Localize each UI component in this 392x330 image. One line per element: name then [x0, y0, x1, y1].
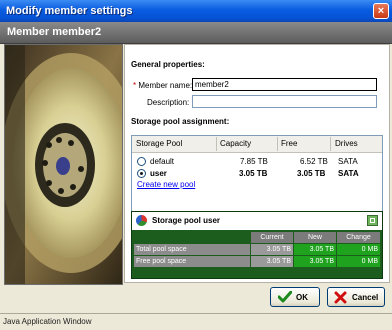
pool-summary-title: Storage pool user — [152, 216, 221, 225]
pool-capacity: 3.05 TB — [239, 169, 268, 178]
value-current: 3.05 TB — [251, 256, 293, 267]
storage-pool-assignment-title: Storage pool assignment: — [131, 117, 230, 126]
value-change: 0 MB — [337, 244, 380, 255]
cancel-label: Cancel — [352, 293, 379, 302]
x-icon — [334, 291, 347, 304]
pie-chart-icon — [136, 215, 147, 226]
window-title: Modify member settings — [6, 5, 133, 17]
close-icon: × — [377, 5, 385, 17]
column-drives[interactable]: Drives — [335, 139, 358, 148]
title-bar[interactable]: Modify member settings × — [0, 0, 392, 22]
column-storage-pool[interactable]: Storage Pool — [136, 139, 182, 148]
check-icon — [278, 291, 292, 303]
page-title: Member member2 — [7, 26, 102, 38]
pool-radio-user[interactable] — [137, 169, 146, 178]
page-header: Member member2 — [0, 22, 392, 44]
pool-name: user — [150, 169, 167, 178]
status-text: Java Application Window — [3, 317, 92, 326]
general-properties-title: General properties: — [131, 60, 205, 69]
pool-drives: SATA — [338, 169, 359, 178]
member-name-input[interactable]: member2 — [192, 78, 377, 91]
row-label: Free pool space — [134, 256, 250, 267]
table-header: Storage Pool Capacity Free Drives — [132, 136, 382, 153]
column-new: New — [294, 232, 336, 243]
pool-grid-header: Current New Change — [134, 232, 380, 243]
pool-name: default — [150, 157, 175, 166]
create-new-pool-link[interactable]: Create new pool — [137, 180, 195, 189]
member-name-label: * Member name: — [133, 81, 192, 90]
status-bar: Java Application Window — [0, 313, 392, 330]
pool-capacity: 7.85 TB — [240, 157, 268, 166]
column-free[interactable]: Free — [281, 139, 297, 148]
storage-pool-summary: Storage pool user Current New Change Tot… — [131, 211, 383, 279]
value-current: 3.05 TB — [251, 244, 293, 255]
pool-radio-default[interactable] — [137, 157, 146, 166]
pool-drives: SATA — [338, 157, 358, 166]
pool-free: 6.52 TB — [300, 157, 328, 166]
value-new: 3.05 TB — [294, 256, 336, 267]
ok-button[interactable]: OK — [270, 287, 320, 307]
column-capacity[interactable]: Capacity — [220, 139, 251, 148]
member-name-label-text: Member name: — [136, 81, 193, 90]
description-input[interactable] — [192, 95, 377, 108]
column-change: Change — [337, 232, 380, 243]
pool-summary-header: Storage pool user — [132, 212, 382, 230]
close-button[interactable]: × — [373, 3, 389, 19]
cancel-button[interactable]: Cancel — [327, 287, 385, 307]
value-change: 0 MB — [337, 256, 380, 267]
settings-panel: General properties: * Member name: membe… — [124, 44, 390, 283]
expand-icon[interactable] — [367, 215, 378, 226]
description-label: Description: — [147, 98, 190, 107]
table-row[interactable]: user 3.05 TB 3.05 TB SATA — [132, 168, 382, 180]
ok-label: OK — [296, 293, 308, 302]
column-current: Current — [251, 232, 293, 243]
table-row[interactable]: default 7.85 TB 6.52 TB SATA — [132, 156, 382, 168]
value-new: 3.05 TB — [294, 244, 336, 255]
row-label: Total pool space — [134, 244, 250, 255]
modify-member-window: Modify member settings × Member member2 — [0, 0, 392, 330]
hard-disk-image — [4, 44, 123, 285]
pool-grid-row: Free pool space 3.05 TB 3.05 TB 0 MB — [134, 256, 380, 267]
pool-grid-row: Total pool space 3.05 TB 3.05 TB 0 MB — [134, 244, 380, 255]
pool-free: 3.05 TB — [297, 169, 326, 178]
